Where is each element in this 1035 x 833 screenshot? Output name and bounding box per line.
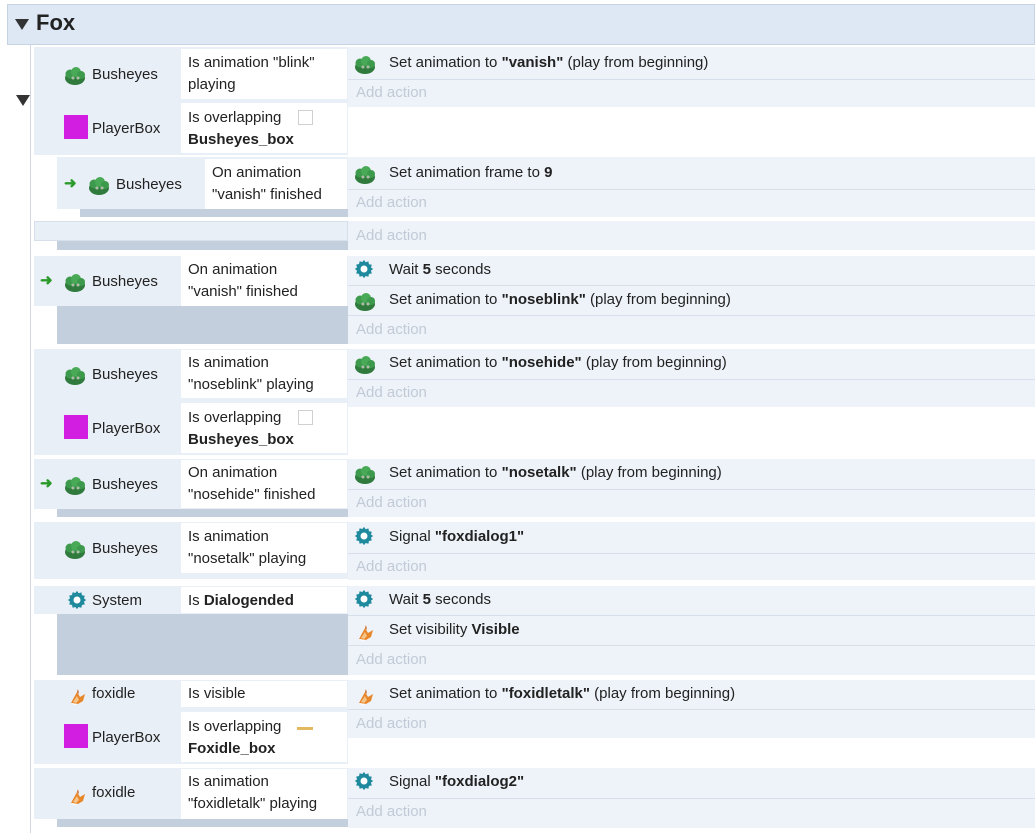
condition-object: foxidle [92, 685, 136, 702]
add-action-link[interactable]: Add action [356, 82, 427, 104]
event-strip [57, 241, 348, 250]
condition-text[interactable]: "nosehide" finished [188, 484, 315, 506]
busheyes-bush-icon [64, 366, 86, 386]
condition-text[interactable]: "foxidletalk" playing [188, 793, 317, 815]
busheyes-bush-icon [64, 66, 86, 86]
gear-icon [353, 770, 375, 792]
action-area [348, 221, 1035, 250]
condition-object: Busheyes [92, 366, 158, 383]
collapse-group-triangle-icon[interactable] [15, 19, 29, 30]
gear-icon [353, 258, 375, 280]
add-action-link[interactable]: Add action [356, 319, 427, 341]
action-text[interactable]: Signal "foxdialog1" [389, 526, 524, 548]
bush-icon [354, 165, 376, 185]
condition-text[interactable]: On animation [188, 462, 277, 484]
condition-text[interactable]: Is animation [188, 771, 269, 793]
add-action-link[interactable]: Add action [356, 649, 427, 671]
add-action-link[interactable]: Add action [356, 225, 427, 247]
playerbox-square-icon [64, 115, 88, 139]
busheyes-bush-icon [64, 476, 86, 496]
condition-text[interactable]: Is visible [188, 683, 246, 705]
condition-modifier-icon[interactable] [297, 727, 313, 730]
condition-text[interactable]: Foxidle_box [188, 738, 276, 760]
add-action-link[interactable]: Add action [356, 382, 427, 404]
condition-text[interactable]: Is animation [188, 526, 269, 548]
invert-condition-checkbox[interactable] [298, 110, 313, 125]
condition-text[interactable]: Busheyes_box [188, 129, 294, 151]
event-strip [57, 306, 348, 344]
condition-object: Busheyes [92, 540, 158, 557]
condition-text[interactable]: Is animation "blink" [188, 52, 315, 74]
condition-text[interactable]: Busheyes_box [188, 429, 294, 451]
busheyes-bush-icon [64, 540, 86, 560]
action-text[interactable]: Set animation to "noseblink" (play from … [389, 289, 731, 311]
subevent-strip [80, 209, 348, 217]
trigger-arrow-icon: ➜ [40, 272, 53, 289]
condition-object: Busheyes [92, 273, 158, 290]
condition-text[interactable]: Is overlapping [188, 407, 281, 429]
bush-icon [354, 355, 376, 375]
bush-icon [354, 465, 376, 485]
foxidle-fox-icon [68, 786, 88, 806]
event-strip [57, 614, 348, 675]
playerbox-square-icon [64, 415, 88, 439]
trigger-arrow-icon: ➜ [40, 475, 53, 492]
gear-icon [353, 588, 375, 610]
action-text[interactable]: Set animation frame to 9 [389, 162, 552, 184]
action-text[interactable]: Set animation to "vanish" (play from beg… [389, 52, 708, 74]
condition-text[interactable]: Is animation [188, 352, 269, 374]
add-action-link[interactable]: Add action [356, 556, 427, 578]
condition-text[interactable]: "nosetalk" playing [188, 548, 306, 570]
trigger-arrow-icon: ➜ [64, 175, 77, 192]
action-text[interactable]: Set visibility Visible [389, 619, 520, 641]
busheyes-bush-icon [88, 176, 110, 196]
gear-icon [353, 525, 375, 547]
playerbox-square-icon [64, 724, 88, 748]
condition-object: PlayerBox [92, 729, 161, 746]
condition-object: Busheyes [92, 66, 158, 83]
add-action-link[interactable]: Add action [356, 801, 427, 823]
group-title: Fox [36, 10, 76, 35]
action-text[interactable]: Wait 5 seconds [389, 589, 491, 611]
condition-text[interactable]: Is overlapping [188, 107, 281, 129]
condition-object: System [92, 592, 143, 609]
condition-text[interactable]: "vanish" finished [188, 281, 298, 303]
fox-icon [356, 622, 376, 642]
condition-object: foxidle [92, 784, 136, 801]
invert-condition-checkbox[interactable] [298, 410, 313, 425]
fox-icon [356, 686, 376, 706]
bush-icon [354, 292, 376, 312]
condition-text[interactable]: "noseblink" playing [188, 374, 314, 396]
busheyes-bush-icon [64, 273, 86, 293]
action-text[interactable]: Wait 5 seconds [389, 259, 491, 281]
condition-object: Busheyes [92, 476, 158, 493]
condition-object: PlayerBox [92, 120, 161, 137]
empty-event[interactable] [34, 221, 348, 241]
condition-text[interactable]: Is overlapping [188, 716, 281, 738]
action-text[interactable]: Signal "foxdialog2" [389, 771, 524, 793]
condition-object: PlayerBox [92, 420, 161, 437]
action-text[interactable]: Set animation to "nosetalk" (play from b… [389, 462, 722, 484]
group-header[interactable] [7, 4, 1035, 45]
add-action-link[interactable]: Add action [356, 713, 427, 735]
action-text[interactable]: Set animation to "foxidletalk" (play fro… [389, 683, 735, 705]
add-action-link[interactable]: Add action [356, 192, 427, 214]
condition-text[interactable]: "vanish" finished [212, 184, 322, 206]
condition-object: Busheyes [116, 176, 182, 193]
collapse-event-triangle-icon[interactable] [16, 95, 30, 106]
bush-icon [354, 55, 376, 75]
event-strip [57, 819, 348, 827]
foxidle-fox-icon [68, 686, 88, 706]
action-text[interactable]: Set animation to "nosehide" (play from b… [389, 352, 727, 374]
condition-text[interactable]: Is Dialogended [188, 590, 294, 612]
add-action-link[interactable]: Add action [356, 492, 427, 514]
gutter-line [30, 45, 31, 833]
system-gear-icon [66, 589, 88, 611]
condition-text[interactable]: playing [188, 74, 236, 96]
condition-text[interactable]: On animation [212, 162, 301, 184]
event-strip [57, 509, 348, 517]
condition-text[interactable]: On animation [188, 259, 277, 281]
